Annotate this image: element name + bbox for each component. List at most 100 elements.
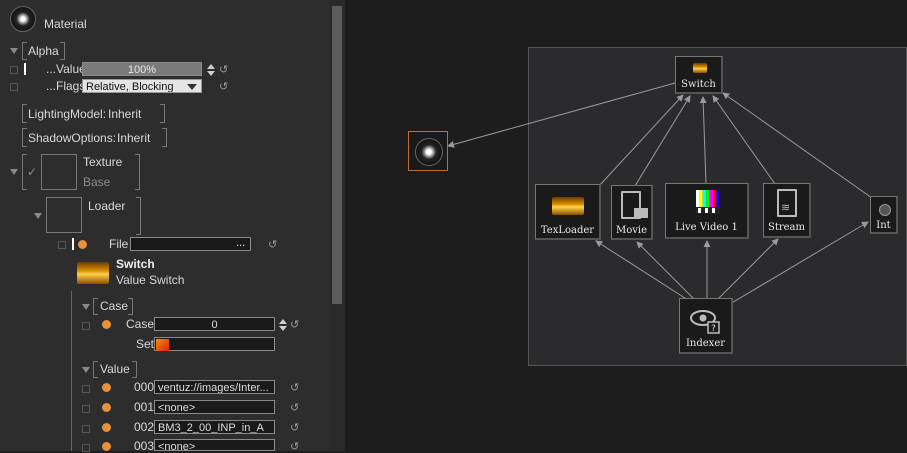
case-status-dot — [102, 320, 111, 329]
livevideo-node[interactable]: Live Video 1 — [665, 183, 749, 239]
value-row-002-reset-icon[interactable]: ↺ — [290, 423, 299, 434]
shadow-label: ShadowOptions: — [28, 131, 117, 145]
alpha-flags-dropdown[interactable]: Relative, Blocking — [82, 79, 202, 93]
loader-thumbnail[interactable] — [46, 197, 82, 233]
alpha-value-label: ...Value — [46, 62, 86, 76]
value-row-001-reset-icon[interactable]: ↺ — [290, 403, 299, 414]
value-row-000-reset-icon[interactable]: ↺ — [290, 383, 299, 394]
texture-thumbnail[interactable] — [41, 154, 77, 190]
file-browse-button[interactable]: ... — [236, 236, 245, 250]
case-spin-down-icon[interactable] — [279, 326, 287, 331]
case-bracket-icon — [93, 298, 98, 315]
shadow-value[interactable]: Inherit — [117, 131, 150, 145]
value-row-000-dot — [102, 383, 111, 392]
set-label: Set — [136, 337, 155, 351]
case-collapse-icon[interactable] — [82, 304, 90, 310]
graph-canvas[interactable]: Switch TexLoader Movie Live Video 1 ≋ St… — [345, 0, 907, 451]
switch-graph-node-label: Switch — [681, 79, 716, 90]
value-row-003-dot — [102, 442, 111, 451]
texture-bracket-icon — [22, 154, 27, 190]
lighting-bracket-end-icon — [160, 104, 165, 123]
property-scrollbar-thumb[interactable] — [332, 6, 342, 304]
value-bracket-end-icon — [132, 361, 137, 378]
value-row-003-field[interactable]: <none> — [154, 439, 275, 451]
value-row-002-index: 002 — [134, 420, 155, 434]
value-row-001-index: 001 — [134, 400, 155, 414]
set-field[interactable] — [154, 337, 275, 351]
alpha-flags-reset-icon[interactable]: ↺ — [219, 82, 228, 93]
switch-graph-node-icon — [693, 63, 707, 73]
alpha-value-slider[interactable]: 100% — [82, 62, 202, 76]
value-row-001-field[interactable]: <none> — [154, 400, 275, 414]
edge-switch-material — [447, 82, 676, 148]
indexer-node[interactable]: ? Indexer — [679, 298, 733, 354]
livevideo-node-label: Live Video 1 — [675, 222, 738, 233]
texture-collapse-icon[interactable] — [10, 169, 18, 175]
stream-wifi-icon: ≋ — [781, 202, 791, 214]
file-reset-icon[interactable]: ↺ — [268, 240, 277, 251]
value-row-003-reset-icon[interactable]: ↺ — [290, 442, 299, 453]
case-value-field[interactable]: 0 — [154, 317, 275, 331]
test-pattern-icon — [696, 190, 720, 214]
value-row-000-field[interactable]: ventuz://images/Inter... — [154, 380, 275, 394]
movie-node[interactable]: Movie — [611, 185, 653, 240]
material-ball-icon — [10, 6, 36, 32]
switch-title: Switch — [116, 257, 155, 271]
switch-subtitle: Value Switch — [116, 273, 185, 287]
edge-stream-switch — [712, 95, 776, 185]
file-marker — [72, 238, 74, 250]
file-path-field[interactable] — [130, 237, 251, 251]
texture-check-icon[interactable]: ✓ — [27, 165, 37, 179]
value-row-002-checkbox[interactable] — [82, 425, 90, 433]
int-node-label: Int — [876, 220, 891, 231]
texloader-node-icon — [552, 197, 584, 215]
value-row-001-dot — [102, 403, 111, 412]
alpha-spin-down-icon[interactable] — [207, 71, 215, 76]
tree-guide-line — [71, 291, 72, 451]
edge-livevideo-switch — [699, 96, 707, 185]
shadow-bracket-end-icon — [162, 128, 167, 147]
case-reset-icon[interactable]: ↺ — [290, 320, 299, 331]
case-checkbox[interactable] — [82, 322, 90, 330]
alpha-group-label: Alpha — [28, 44, 59, 58]
alpha-value-checkbox[interactable] — [10, 66, 18, 74]
file-checkbox[interactable] — [58, 241, 66, 249]
case-group-label: Case — [100, 299, 129, 313]
texloader-node[interactable]: TexLoader — [535, 184, 601, 240]
texture-sublabel: Base — [83, 175, 111, 189]
indexer-node-label: Indexer — [685, 338, 726, 349]
switch-node-icon — [77, 262, 109, 284]
file-label: File — [109, 237, 129, 251]
set-color-swatch[interactable] — [156, 339, 169, 351]
edge-indexer-texloader — [595, 240, 689, 301]
int-node[interactable]: Int — [870, 196, 898, 234]
case-bracket-end-icon — [128, 298, 133, 315]
material-node[interactable] — [408, 131, 448, 171]
stream-node-label: Stream — [767, 222, 805, 233]
texloader-node-label: TexLoader — [540, 225, 595, 236]
loader-collapse-icon[interactable] — [34, 213, 42, 219]
alpha-flags-checkbox[interactable] — [10, 83, 18, 91]
alpha-spin-up-icon[interactable] — [207, 64, 215, 69]
case-spin-up-icon[interactable] — [279, 319, 287, 324]
alpha-flags-value: Relative, Blocking — [86, 81, 174, 93]
edge-texloader-switch — [598, 94, 684, 187]
indexer-eye-icon: ? — [690, 310, 720, 334]
value-row-002-field[interactable]: BM3_2_00_INP_in_A — [154, 420, 275, 434]
lighting-value[interactable]: Inherit — [108, 107, 141, 121]
value-bracket-icon — [93, 361, 98, 378]
value-collapse-icon[interactable] — [82, 367, 90, 373]
edge-movie-switch — [634, 95, 691, 187]
alpha-collapse-icon[interactable] — [10, 48, 18, 54]
stream-node[interactable]: ≋ Stream — [763, 183, 811, 238]
value-row-000-checkbox[interactable] — [82, 385, 90, 393]
value-row-001-checkbox[interactable] — [82, 405, 90, 413]
edge-indexer-movie — [636, 241, 696, 301]
alpha-value-marker — [24, 63, 26, 75]
switch-graph-node[interactable]: Switch — [675, 56, 723, 94]
alpha-value-reset-icon[interactable]: ↺ — [219, 65, 228, 76]
case-label: Case — [126, 317, 155, 331]
value-group-label: Value — [100, 362, 130, 376]
value-row-000-index: 000 — [134, 380, 155, 394]
alpha-flags-dropdown-arrow-icon[interactable] — [187, 84, 197, 90]
